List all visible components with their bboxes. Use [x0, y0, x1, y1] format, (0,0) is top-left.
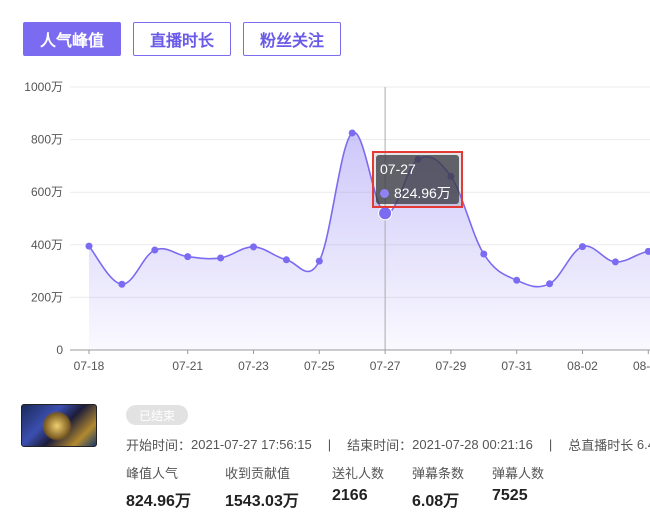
tooltip-series-dot-icon — [380, 188, 389, 198]
stat-gift-senders: 送礼人数 2166 — [332, 463, 412, 511]
stat-value: 1543.03万 — [225, 493, 299, 510]
chart-tooltip: 07-27 824.96万 — [372, 151, 463, 208]
data-point — [118, 280, 126, 288]
x-tick-label: 07-25 — [304, 359, 335, 373]
tab-live-duration[interactable]: 直播时长 — [133, 22, 232, 56]
duration-value: 6.4h — [636, 437, 650, 452]
tab-peak-popularity[interactable]: 人气峰值 — [23, 22, 122, 56]
stat-label: 弹幕人数 — [492, 466, 545, 481]
tab-fan-follows[interactable]: 粉丝关注 — [243, 22, 342, 56]
data-point — [85, 242, 93, 250]
data-point — [513, 276, 521, 284]
stat-contribution: 收到贡献值 1543.03万 — [225, 463, 332, 511]
y-tick-label: 400万 — [31, 238, 63, 252]
stat-value: 7525 — [492, 487, 528, 504]
data-point — [579, 243, 586, 251]
data-point — [250, 243, 257, 251]
y-tick-label: 600万 — [31, 185, 63, 199]
stream-meta: 开始时间： 2021-07-27 17:56:15 | 结束时间： 2021-0… — [126, 435, 650, 454]
x-tick-label: 08-04 — [633, 359, 650, 373]
data-point — [480, 250, 488, 258]
area-fill — [89, 132, 650, 350]
end-time-label: 结束时间： — [347, 438, 413, 453]
tooltip-date: 07-27 — [380, 161, 416, 177]
x-tick-label: 07-21 — [172, 359, 203, 373]
popularity-chart[interactable]: 0 200万 400万 600万 800万 1000万 07-18 07-21 07-23 07-… — [0, 70, 650, 380]
y-tick-label: 800万 — [31, 133, 63, 147]
stream-cover-thumbnail[interactable] — [21, 404, 97, 447]
stat-danmaku-users: 弹幕人数 7525 — [492, 463, 572, 511]
data-point — [315, 257, 323, 265]
stat-value: 2166 — [332, 487, 368, 504]
data-point — [151, 246, 159, 254]
data-point — [282, 256, 290, 264]
meta-separator: | — [327, 437, 332, 452]
data-point — [348, 129, 356, 137]
x-tick-label: 07-23 — [238, 359, 269, 373]
y-tick-label: 1000万 — [24, 80, 63, 94]
stat-label: 收到贡献值 — [225, 466, 291, 481]
x-tick-label: 07-27 — [370, 359, 401, 373]
start-time-label: 开始时间： — [126, 438, 192, 453]
start-time: 2021-07-27 17:56:15 — [191, 437, 312, 452]
stat-danmaku-count: 弹幕条数 6.08万 — [412, 463, 492, 511]
y-tick-label: 0 — [56, 343, 63, 357]
metric-tabs: 人气峰值 直播时长 粉丝关注 — [23, 22, 342, 56]
x-tick-label: 08-02 — [567, 359, 598, 373]
duration-label: 总直播时长 — [568, 438, 634, 453]
x-tick-label: 07-18 — [74, 359, 105, 373]
data-point — [184, 253, 192, 261]
status-badge: 已结束 — [126, 405, 188, 425]
x-tick-label: 07-31 — [501, 359, 532, 373]
data-point — [611, 258, 619, 266]
stat-label: 峰值人气 — [126, 466, 179, 481]
stat-label: 送礼人数 — [332, 466, 385, 481]
stat-label: 弹幕条数 — [412, 466, 465, 481]
data-point — [546, 280, 554, 288]
stat-value: 6.08万 — [412, 493, 460, 510]
y-tick-label: 200万 — [31, 290, 63, 304]
highlight-point — [378, 206, 393, 221]
stream-stats: 峰值人气 824.96万 收到贡献值 1543.03万 送礼人数 2166 弹幕… — [126, 463, 572, 511]
meta-separator: | — [548, 437, 553, 452]
end-time: 2021-07-28 00:21:16 — [412, 437, 533, 452]
stat-peak-popularity: 峰值人气 824.96万 — [126, 463, 225, 511]
tooltip-value: 824.96万 — [394, 185, 451, 201]
x-tick-label: 07-29 — [436, 359, 467, 373]
data-point — [217, 254, 225, 262]
stat-value: 824.96万 — [126, 493, 191, 510]
